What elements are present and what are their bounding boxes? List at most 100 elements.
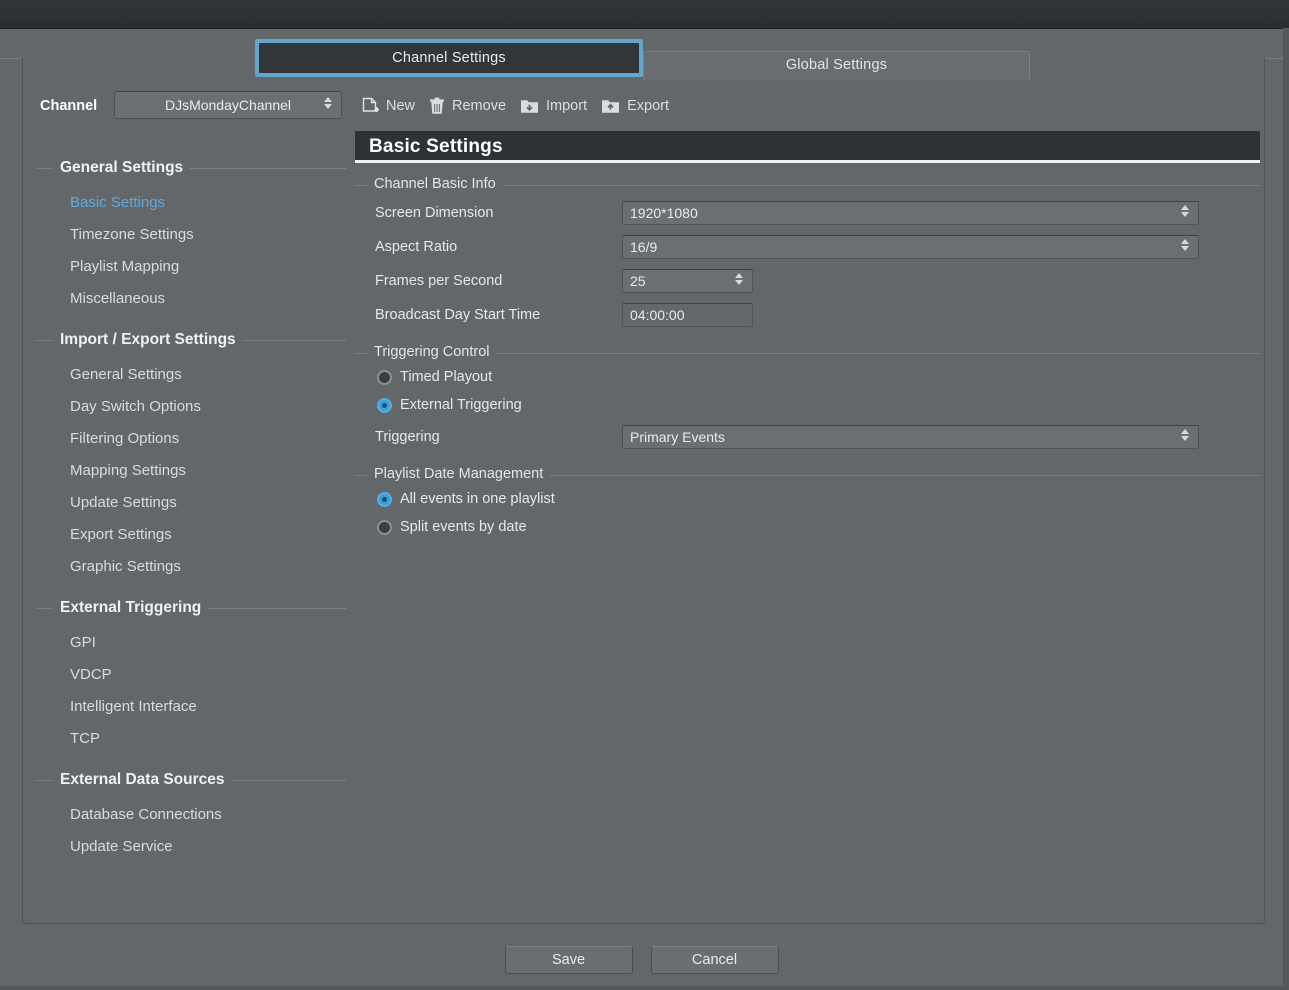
channel-label: Channel <box>40 98 97 114</box>
sidebar-item-basic-settings[interactable]: Basic Settings <box>36 187 346 219</box>
radio-split-events-label: Split events by date <box>400 519 527 535</box>
remove-button-label: Remove <box>452 98 506 114</box>
row-triggering: Triggering Primary Events <box>355 421 1260 453</box>
radio-split-events-by-date[interactable]: Split events by date <box>355 513 1260 541</box>
nav-group-title: General Settings <box>53 155 190 181</box>
nav-group-title: External Data Sources <box>53 767 232 793</box>
sidebar-item-intelligent-interface[interactable]: Intelligent Interface <box>36 691 346 723</box>
triggering-select[interactable]: Primary Events <box>622 425 1199 449</box>
sidebar-item-update-service[interactable]: Update Service <box>36 831 346 863</box>
frames-per-second-label: Frames per Second <box>355 273 622 289</box>
triggering-label: Triggering <box>355 429 622 445</box>
section-legend: Channel Basic Info <box>367 176 503 192</box>
screen-dimension-label: Screen Dimension <box>355 205 622 221</box>
save-button[interactable]: Save <box>505 946 633 974</box>
remove-button[interactable]: Remove <box>425 95 516 118</box>
application-window: Channel Settings Global Settings Channel… <box>0 0 1289 990</box>
cancel-button[interactable]: Cancel <box>651 946 779 974</box>
radio-all-events-label: All events in one playlist <box>400 491 555 507</box>
radio-icon <box>377 520 392 535</box>
nav-group-header: General Settings <box>36 155 346 181</box>
broadcast-day-start-time-value: 04:00:00 <box>630 307 685 323</box>
export-button-label: Export <box>627 98 669 114</box>
frames-per-second-select[interactable]: 25 <box>622 269 753 293</box>
page-title: Basic Settings <box>355 131 1260 163</box>
radio-icon-selected <box>377 398 392 413</box>
chevron-updown-icon <box>1181 239 1190 255</box>
channel-select-value: DJsMondayChannel <box>165 97 291 113</box>
sidebar-item-gpi[interactable]: GPI <box>36 627 346 659</box>
radio-external-triggering-label: External Triggering <box>400 397 522 413</box>
sidebar-item-export-settings[interactable]: Export Settings <box>36 519 346 551</box>
nav-group-header: External Data Sources <box>36 767 346 793</box>
sidebar-item-miscellaneous[interactable]: Miscellaneous <box>36 283 346 315</box>
sidebar-item-filtering-options[interactable]: Filtering Options <box>36 423 346 455</box>
nav-group-external-triggering: External Triggering GPI VDCP Intelligent… <box>36 595 346 755</box>
radio-timed-playout-label: Timed Playout <box>400 369 492 385</box>
row-broadcast-day-start-time: Broadcast Day Start Time 04:00:00 <box>355 299 1260 331</box>
broadcast-day-start-time-label: Broadcast Day Start Time <box>355 307 622 323</box>
sidebar-item-ie-general-settings[interactable]: General Settings <box>36 359 346 391</box>
aspect-ratio-select[interactable]: 16/9 <box>622 235 1199 259</box>
dialog-footer: Save Cancel <box>0 946 1283 974</box>
channel-toolbar: New Remove Import <box>358 93 679 119</box>
section-channel-basic-info: Channel Basic Info Screen Dimension 1920… <box>355 185 1260 331</box>
aspect-ratio-label: Aspect Ratio <box>355 239 622 255</box>
screen-dimension-select[interactable]: 1920*1080 <box>622 201 1199 225</box>
sidebar-item-timezone-settings[interactable]: Timezone Settings <box>36 219 346 251</box>
radio-icon-selected <box>377 492 392 507</box>
sidebar-item-graphic-settings[interactable]: Graphic Settings <box>36 551 346 583</box>
row-frames-per-second: Frames per Second 25 <box>355 265 1260 297</box>
radio-icon <box>377 370 392 385</box>
radio-timed-playout[interactable]: Timed Playout <box>355 363 1260 391</box>
nav-group-general-settings: General Settings Basic Settings Timezone… <box>36 155 346 315</box>
window-titlebar <box>0 0 1289 29</box>
section-legend: Triggering Control <box>367 344 497 360</box>
folder-export-icon <box>601 97 620 115</box>
export-button[interactable]: Export <box>597 95 679 117</box>
nav-group-title: Import / Export Settings <box>53 327 243 353</box>
chevron-updown-icon <box>324 97 333 113</box>
channel-select[interactable]: DJsMondayChannel <box>114 91 342 119</box>
sidebar-item-playlist-mapping[interactable]: Playlist Mapping <box>36 251 346 283</box>
radio-all-events-in-one-playlist[interactable]: All events in one playlist <box>355 485 1260 513</box>
chevron-updown-icon <box>735 273 744 289</box>
nav-group-header: Import / Export Settings <box>36 327 346 353</box>
nav-group-title: External Triggering <box>53 595 208 621</box>
new-button-label: New <box>386 98 415 114</box>
row-aspect-ratio: Aspect Ratio 16/9 <box>355 231 1260 263</box>
new-file-icon <box>362 97 379 116</box>
frames-per-second-value: 25 <box>630 273 646 289</box>
radio-external-triggering[interactable]: External Triggering <box>355 391 1260 419</box>
sidebar-item-tcp[interactable]: TCP <box>36 723 346 755</box>
sidebar-item-day-switch-options[interactable]: Day Switch Options <box>36 391 346 423</box>
broadcast-day-start-time-input[interactable]: 04:00:00 <box>622 303 753 327</box>
triggering-value: Primary Events <box>630 429 725 445</box>
nav-group-header: External Triggering <box>36 595 346 621</box>
settings-sidebar: General Settings Basic Settings Timezone… <box>36 155 346 875</box>
section-playlist-date-management: Playlist Date Management All events in o… <box>355 475 1260 541</box>
sidebar-item-mapping-settings[interactable]: Mapping Settings <box>36 455 346 487</box>
aspect-ratio-value: 16/9 <box>630 239 657 255</box>
sidebar-item-update-settings[interactable]: Update Settings <box>36 487 346 519</box>
row-screen-dimension: Screen Dimension 1920*1080 <box>355 197 1260 229</box>
screen-dimension-value: 1920*1080 <box>630 205 698 221</box>
nav-group-import-export-settings: Import / Export Settings General Setting… <box>36 327 346 583</box>
new-button[interactable]: New <box>358 95 425 118</box>
settings-content: Basic Settings Channel Basic Info Screen… <box>355 131 1260 541</box>
trash-icon <box>429 97 445 116</box>
tabstrip: Channel Settings Global Settings <box>0 36 1283 72</box>
tab-channel-settings[interactable]: Channel Settings <box>255 39 643 77</box>
nav-group-external-data-sources: External Data Sources Database Connectio… <box>36 767 346 863</box>
chevron-updown-icon <box>1181 205 1190 221</box>
import-button[interactable]: Import <box>516 95 597 117</box>
section-triggering-control: Triggering Control Timed Playout Externa… <box>355 353 1260 453</box>
tab-global-settings[interactable]: Global Settings <box>643 51 1030 80</box>
window-frame-right <box>1283 28 1289 990</box>
section-legend: Playlist Date Management <box>367 466 550 482</box>
sidebar-item-database-connections[interactable]: Database Connections <box>36 799 346 831</box>
folder-import-icon <box>520 97 539 115</box>
window-frame-bottom <box>0 986 1289 990</box>
chevron-updown-icon <box>1181 429 1190 445</box>
sidebar-item-vdcp[interactable]: VDCP <box>36 659 346 691</box>
